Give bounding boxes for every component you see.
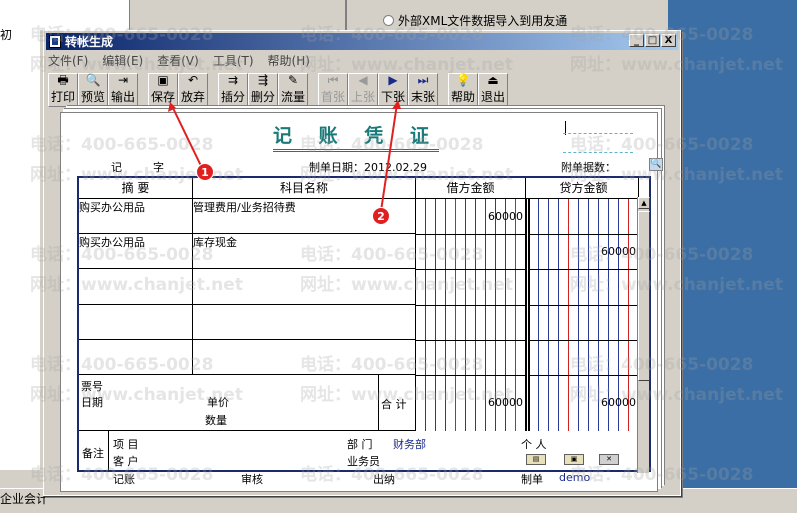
department-value[interactable]: 财务部	[393, 436, 426, 452]
customer-label: 客 户	[113, 455, 139, 468]
exit-button[interactable]: ⏏ 退出	[478, 73, 508, 107]
title-bar[interactable]: 转帐生成 _ □ X	[46, 33, 678, 50]
menu-tools[interactable]: 工具(T)	[213, 52, 254, 70]
summary-cell[interactable]	[79, 340, 193, 375]
remarks-label: 备注	[82, 447, 104, 460]
voucher-type-suffix: 字	[153, 161, 164, 174]
cashier-label: 出纳	[373, 473, 395, 486]
annotation-badge-1: 1	[196, 163, 214, 181]
vertical-scrollbar[interactable]: ▲	[637, 197, 650, 473]
floppy-icon: ▣	[157, 73, 169, 87]
previous-icon: ◀	[358, 73, 368, 87]
salesman-label: 业务员	[347, 455, 380, 468]
ticket-date-label: 日期	[81, 396, 103, 409]
abandon-button[interactable]: ↶ 放弃	[178, 73, 208, 107]
quantity-label: 数量	[205, 414, 227, 427]
radio-button[interactable]	[383, 15, 394, 26]
voucher-date[interactable]: 制单日期：2012.02.29	[309, 159, 427, 175]
annotation-badge-2: 2	[372, 207, 390, 225]
scroll-thumb[interactable]	[638, 211, 650, 381]
close-button[interactable]: X	[661, 34, 676, 47]
import-xml-option[interactable]: 外部XML文件数据导入到用友通	[383, 12, 567, 29]
next-voucher-button[interactable]: ▶ 下张	[378, 73, 408, 107]
cash-flow-button[interactable]: ✎ 流量	[278, 73, 308, 107]
help-button[interactable]: 💡 帮助	[448, 73, 478, 107]
output-icon: ⇥	[117, 73, 129, 87]
unit-price-label: 单价	[207, 396, 229, 409]
print-button[interactable]: 🖶 打印	[48, 73, 78, 107]
delete-entry-button[interactable]: ⇶ 删分	[248, 73, 278, 107]
preview-icon: 🔍	[85, 73, 101, 87]
exit-door-icon: ⏏	[487, 73, 499, 87]
maker-value: demo	[559, 471, 591, 484]
voucher-type[interactable]: 记	[111, 159, 122, 175]
minimize-button[interactable]: _	[629, 34, 644, 47]
menu-view[interactable]: 查看(V)	[157, 52, 199, 70]
summary-cell[interactable]	[79, 269, 193, 305]
insert-row-icon: ⇉	[227, 73, 239, 87]
search-icon[interactable]: 🔍	[649, 158, 663, 171]
window-title: 转帐生成	[65, 35, 114, 49]
attachments-label: 附单据数：	[561, 161, 616, 174]
ticket-number-label: 票号	[81, 380, 103, 393]
delete-row-icon: ⇶	[257, 73, 269, 87]
last-voucher-button[interactable]: ⏭ 末张	[408, 73, 438, 107]
card-icon[interactable]: ▤	[526, 454, 546, 465]
maker-label: 制单	[521, 473, 543, 486]
import-xml-label: 外部XML文件数据导入到用友通	[398, 14, 568, 28]
review-label: 审核	[241, 473, 263, 486]
voucher-sheet: 记 账 凭 证 记 字 制单日期：2012.02.29 附单据数： 🔍 摘 要 …	[60, 112, 663, 492]
total-credit: 60000	[601, 396, 636, 409]
summary-cell[interactable]: 购买办公用品	[79, 234, 193, 269]
last-icon: ⏭	[417, 73, 429, 87]
tools-icon[interactable]: ✕	[599, 454, 619, 465]
menu-help[interactable]: 帮助(H)	[268, 52, 310, 70]
debit-amount[interactable]: 60000	[416, 210, 523, 223]
voucher-number-field[interactable]	[563, 133, 633, 153]
credit-amount[interactable]: 60000	[529, 245, 636, 258]
printer-icon: 🖶	[57, 73, 69, 87]
first-voucher-button[interactable]: ⏮ 首张	[318, 73, 348, 107]
menu-bar: 文件(F) 编辑(E) 查看(V) 工具(T) 帮助(H)	[48, 52, 310, 70]
person-label: 个 人	[521, 438, 547, 451]
previous-voucher-button[interactable]: ◀ 上张	[348, 73, 378, 107]
total-label: 合 计	[381, 398, 407, 411]
first-icon: ⏮	[327, 73, 339, 87]
cash-icon[interactable]: ▣	[564, 454, 584, 465]
save-button[interactable]: ▣ 保存	[148, 73, 178, 107]
total-debit: 60000	[488, 396, 523, 409]
preview-button[interactable]: 🔍 预览	[78, 73, 108, 107]
menu-edit[interactable]: 编辑(E)	[102, 52, 143, 70]
department-label: 部 门	[347, 438, 373, 451]
lightbulb-icon: 💡	[455, 73, 471, 87]
app-icon	[49, 35, 61, 48]
toolbar: 🖶 打印 🔍 预览 ⇥ 输出 ▣ 保存 ↶ 放弃 ⇉ 插分 ⇶ 删分 ✎ 流量 ⏮ 首张 ◀ 上张 …	[48, 73, 508, 107]
bookkeeping-label: 记账	[113, 473, 135, 486]
project-label: 项 目	[113, 438, 139, 451]
summary-cell[interactable]: 购买办公用品	[79, 199, 193, 234]
summary-cell[interactable]	[79, 305, 193, 340]
insert-entry-button[interactable]: ⇉ 插分	[218, 73, 248, 107]
maximize-button[interactable]: □	[645, 34, 660, 47]
header-account: 科目名称	[193, 178, 416, 199]
pencil-icon: ✎	[287, 73, 299, 87]
next-icon: ▶	[388, 73, 398, 87]
desktop	[668, 0, 797, 513]
undo-icon: ↶	[187, 73, 199, 87]
header-credit: 贷方金额	[529, 178, 639, 199]
scroll-up-icon[interactable]: ▲	[638, 197, 650, 209]
header-summary: 摘 要	[79, 178, 193, 199]
account-cell[interactable]: 库存现金	[193, 234, 416, 269]
voucher-grid: 摘 要 科目名称 借方金额 贷方金额 购买办公用品 管理费用/业务招待费 购买办…	[77, 176, 651, 472]
output-button[interactable]: ⇥ 输出	[108, 73, 138, 107]
header-debit: 借方金额	[416, 178, 526, 199]
background-taskbar-label: 企业会计	[0, 492, 49, 506]
account-cell[interactable]	[193, 340, 416, 375]
account-cell[interactable]	[193, 305, 416, 340]
voucher-title: 记 账 凭 证	[273, 121, 439, 152]
menu-file[interactable]: 文件(F)	[48, 52, 88, 70]
account-cell[interactable]	[193, 269, 416, 305]
background-label: 初	[0, 28, 13, 42]
